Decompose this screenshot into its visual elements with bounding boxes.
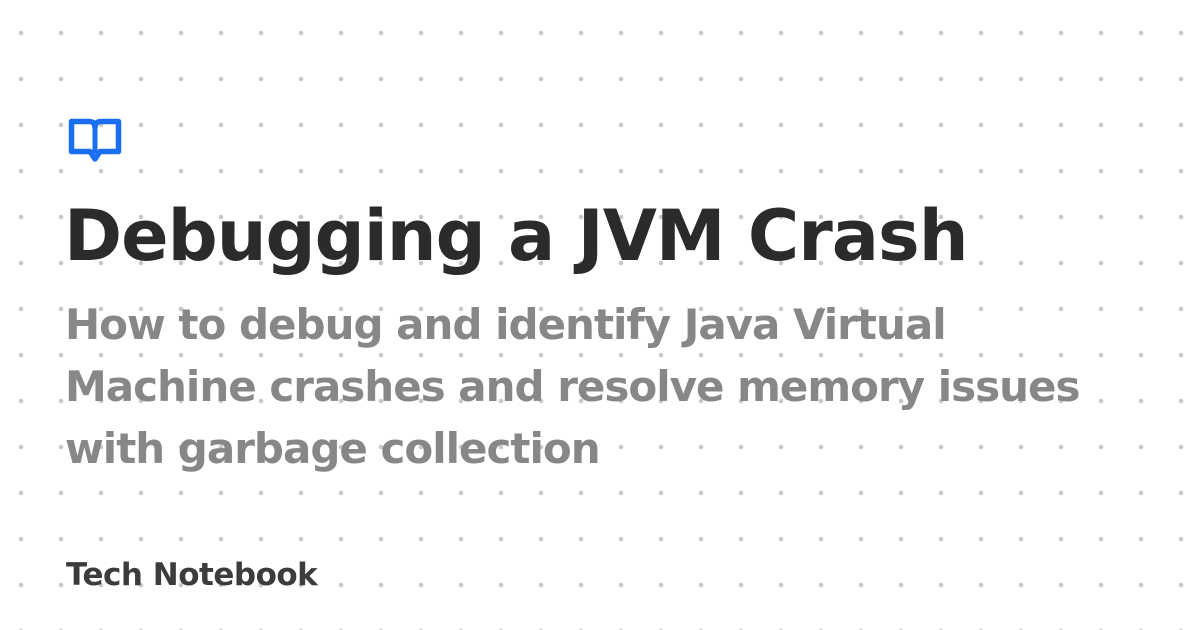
social-card: Debugging a JVM Crash How to debug and i… — [0, 0, 1200, 630]
page-subtitle: How to debug and identify Java Virtual M… — [65, 300, 1081, 473]
open-book-icon — [68, 118, 122, 162]
page-title: Debugging a JVM Crash — [64, 195, 969, 277]
site-name: Tech Notebook — [66, 557, 318, 593]
